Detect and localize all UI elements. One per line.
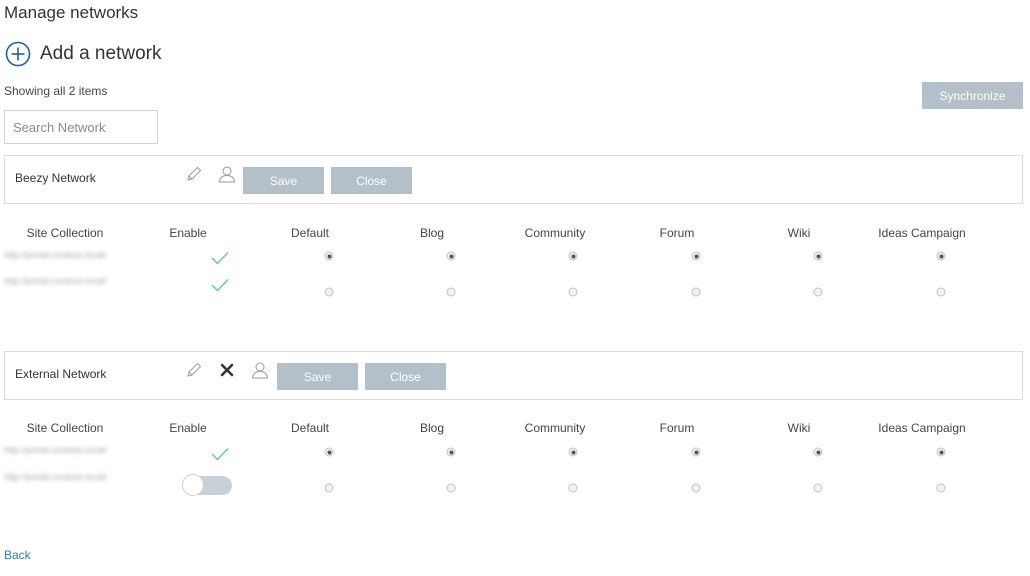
radio-community[interactable] (568, 251, 578, 261)
radio-default[interactable] (324, 483, 334, 493)
pencil-icon[interactable] (185, 361, 203, 379)
column-default: Default (290, 226, 330, 240)
save-button[interactable]: Save (277, 363, 358, 390)
radio-community[interactable] (568, 447, 578, 457)
column-default: Default (290, 421, 330, 435)
column-community: Community (524, 226, 586, 240)
close-button[interactable]: Close (331, 167, 412, 194)
synchronize-button[interactable]: Synchronize (922, 82, 1023, 109)
column-ideas-campaign: Ideas Campaign (878, 226, 966, 240)
plus-circle-icon (5, 41, 31, 67)
close-icon[interactable] (219, 362, 235, 378)
pencil-icon[interactable] (185, 165, 203, 183)
search-network-input[interactable] (4, 110, 158, 144)
radio-forum[interactable] (691, 447, 701, 457)
user-icon[interactable] (218, 165, 236, 183)
radio-default[interactable] (324, 447, 334, 457)
checkmark-icon[interactable] (211, 278, 229, 292)
back-link[interactable]: Back (4, 548, 31, 562)
column-enable: Enable (169, 421, 207, 435)
enable-toggle[interactable] (182, 474, 232, 496)
network-header-beezy: Beezy Network Save Close (4, 155, 1023, 204)
radio-blog[interactable] (446, 483, 456, 493)
save-button[interactable]: Save (243, 167, 324, 194)
site-collection-url: http://portal.contoso.local/ (4, 276, 107, 286)
radio-ideas-campaign[interactable] (936, 287, 946, 297)
network-name: Beezy Network (15, 171, 96, 185)
user-icon[interactable] (251, 361, 269, 379)
network-header-external: External Network Save Close (4, 351, 1023, 400)
radio-blog[interactable] (446, 447, 456, 457)
checkmark-icon[interactable] (211, 447, 229, 461)
radio-blog[interactable] (446, 251, 456, 261)
radio-wiki[interactable] (813, 483, 823, 493)
radio-forum[interactable] (691, 287, 701, 297)
column-ideas-campaign: Ideas Campaign (878, 421, 966, 435)
column-enable: Enable (169, 226, 207, 240)
page-title: Manage networks (4, 3, 139, 22)
column-wiki: Wiki (787, 226, 811, 240)
radio-ideas-campaign[interactable] (936, 483, 946, 493)
radio-wiki[interactable] (813, 447, 823, 457)
radio-ideas-campaign[interactable] (936, 251, 946, 261)
close-button[interactable]: Close (365, 363, 446, 390)
column-forum: Forum (659, 226, 695, 240)
site-collection-url: http://portal.contoso.local/ (4, 472, 107, 482)
column-site-collection: Site Collection (26, 226, 104, 240)
column-wiki: Wiki (787, 421, 811, 435)
radio-wiki[interactable] (813, 251, 823, 261)
toggle-knob (182, 474, 204, 496)
items-count-text: Showing all 2 items (4, 84, 108, 98)
radio-wiki[interactable] (813, 287, 823, 297)
site-collection-url: http://portal.contoso.local/ (4, 445, 107, 455)
radio-default[interactable] (324, 251, 334, 261)
column-site-collection: Site Collection (26, 421, 104, 435)
radio-blog[interactable] (446, 287, 456, 297)
add-network-label: Add a network (40, 43, 162, 64)
radio-forum[interactable] (691, 251, 701, 261)
network-name: External Network (15, 367, 107, 381)
column-community: Community (524, 421, 586, 435)
radio-community[interactable] (568, 483, 578, 493)
radio-forum[interactable] (691, 483, 701, 493)
radio-ideas-campaign[interactable] (936, 447, 946, 457)
column-blog: Blog (419, 421, 445, 435)
radio-default[interactable] (324, 287, 334, 297)
checkmark-icon[interactable] (211, 251, 229, 265)
add-network-button[interactable]: Add a network (5, 41, 161, 67)
column-blog: Blog (419, 226, 445, 240)
site-collection-url: http://portal.contoso.local/ (4, 250, 107, 260)
radio-community[interactable] (568, 287, 578, 297)
column-forum: Forum (659, 421, 695, 435)
